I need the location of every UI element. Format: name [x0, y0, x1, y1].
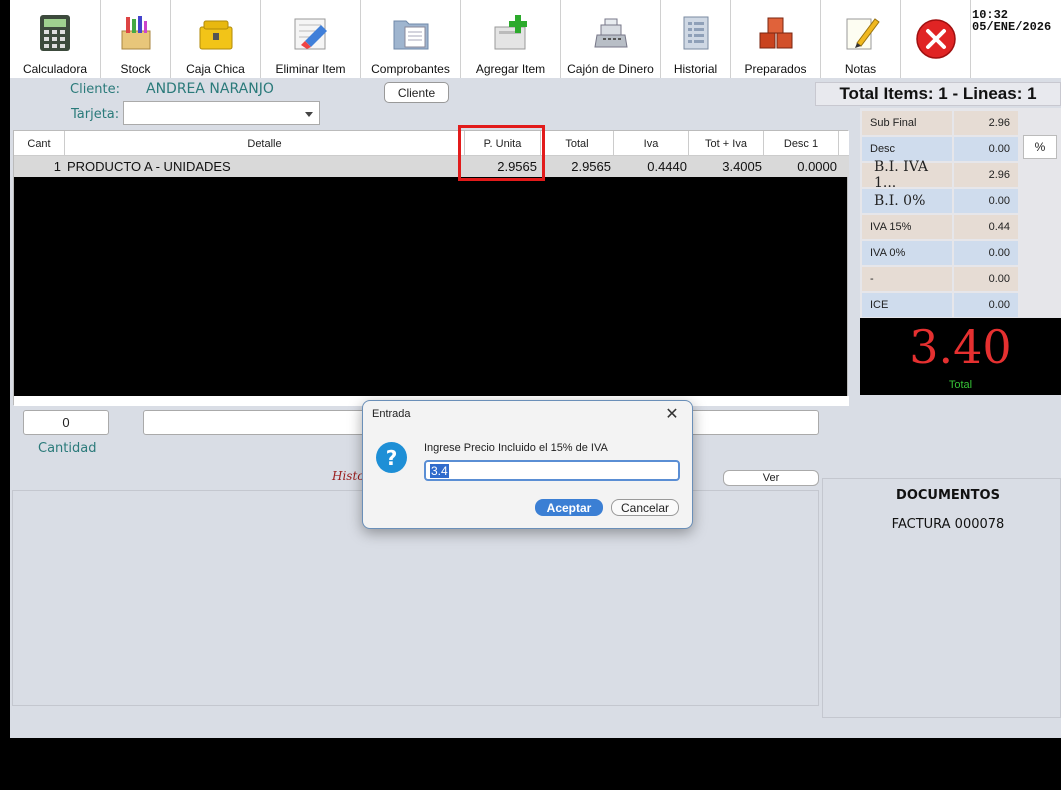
cell-detalle: PRODUCTO A - UNIDADES: [67, 159, 231, 174]
col-detalle[interactable]: Detalle: [65, 131, 465, 156]
toolbar: Calculadora Stock Caja Chica Eliminar It…: [10, 0, 1061, 78]
quantity-label: Cantidad: [38, 441, 97, 456]
other-label: -: [862, 267, 952, 291]
cajon-dinero-button[interactable]: Cajón de Dinero: [561, 0, 661, 78]
comprobantes-button[interactable]: Comprobantes: [361, 0, 461, 78]
clock: 10:32 05/ENE/2026: [972, 9, 1051, 33]
close-button[interactable]: [901, 0, 971, 78]
calculadora-button[interactable]: Calculadora: [10, 0, 101, 78]
dialog-title: Entrada: [372, 408, 411, 420]
subfinal-label: Sub Final: [862, 111, 952, 135]
bi-0-value: 0.00: [954, 189, 1018, 213]
stock-button[interactable]: Stock: [101, 0, 171, 78]
eliminar-item-label: Eliminar Item: [275, 62, 346, 76]
subfinal-value: 2.96: [954, 111, 1018, 135]
cell-tot-iva: 3.4005: [722, 159, 762, 174]
col-tot-iva[interactable]: Tot + Iva: [689, 131, 764, 156]
cash-register-icon: [593, 18, 628, 48]
bi-iva-label: B.I. IVA 1...: [862, 159, 952, 191]
client-name: ANDREA NARANJO: [146, 81, 274, 97]
cajon-dinero-label: Cajón de Dinero: [567, 62, 654, 76]
close-icon: ✕: [665, 406, 679, 423]
client-button[interactable]: Cliente: [384, 82, 449, 103]
bi-0-label: B.I. 0%: [862, 189, 952, 213]
preparados-button[interactable]: Preparados: [731, 0, 821, 78]
client-label: Cliente:: [70, 82, 121, 97]
cash-box-icon: [199, 20, 232, 50]
caja-chica-button[interactable]: Caja Chica: [171, 0, 261, 78]
cell-cant: 1: [53, 159, 61, 174]
col-total[interactable]: Total: [541, 131, 614, 156]
add-item-icon: [494, 15, 527, 50]
eliminar-item-button[interactable]: Eliminar Item: [261, 0, 361, 78]
col-cant[interactable]: Cant: [14, 131, 65, 156]
grand-total-value: 3.40: [909, 320, 1012, 374]
notas-button[interactable]: Notas: [821, 0, 901, 78]
cell-total: 2.9565: [571, 159, 611, 174]
table-header: Cant Detalle P. Unita Total Iva Tot + Iv…: [14, 131, 849, 156]
input-dialog: Entrada ✕ ? Ingrese Precio Incluido el 1…: [362, 400, 693, 529]
stock-box-icon: [121, 16, 150, 50]
iva0-value: 0.00: [954, 241, 1018, 265]
accept-button[interactable]: Aceptar: [535, 499, 603, 516]
quantity-field[interactable]: 0: [23, 410, 109, 435]
table-row[interactable]: 1 PRODUCTO A - UNIDADES 2.9565 2.9565 0.…: [14, 156, 849, 177]
percent-button[interactable]: %: [1023, 135, 1057, 159]
items-table[interactable]: Cant Detalle P. Unita Total Iva Tot + Iv…: [13, 130, 849, 406]
boxes-icon: [759, 17, 792, 49]
iva15-value: 0.44: [954, 215, 1018, 239]
history-ledger-icon: [683, 16, 708, 50]
calculadora-label: Calculadora: [22, 62, 88, 76]
pos-window: Calculadora Stock Caja Chica Eliminar It…: [10, 0, 1061, 738]
close-icon: [915, 19, 956, 59]
other-value: 0.00: [954, 267, 1018, 291]
comprobantes-label: Comprobantes: [371, 62, 450, 76]
folder-documents-icon: [393, 20, 428, 50]
ice-label: ICE: [862, 293, 952, 317]
desc-label: Desc: [862, 137, 952, 161]
col-iva[interactable]: Iva: [614, 131, 689, 156]
cell-desc1: 0.0000: [797, 159, 837, 174]
document-item[interactable]: FACTURA 000078: [823, 517, 1061, 532]
ver-button[interactable]: Ver: [723, 470, 819, 486]
price-input-value: 3.4: [430, 463, 449, 478]
highlight-box: [458, 125, 545, 181]
bi-iva-value: 2.96: [954, 163, 1018, 187]
iva0-label: IVA 0%: [862, 241, 952, 265]
grand-total-display: 3.40 Total: [860, 318, 1061, 395]
note-pencil-icon: [846, 18, 880, 50]
calculator-icon: [40, 15, 70, 51]
historial-button[interactable]: Historial: [661, 0, 731, 78]
iva15-label: IVA 15%: [862, 215, 952, 239]
question-icon: ?: [376, 442, 407, 473]
card-select[interactable]: [123, 101, 320, 125]
dialog-message: Ingrese Precio Incluido el 15% de IVA: [424, 442, 608, 454]
documents-title: DOCUMENTOS: [896, 488, 1000, 503]
desc-value: 0.00: [954, 137, 1018, 161]
col-desc1[interactable]: Desc 1: [764, 131, 839, 156]
historial-label: Historial: [673, 62, 718, 76]
total-items-summary: Total Items: 1 - Lineas: 1: [815, 82, 1061, 106]
dialog-close-button[interactable]: ✕: [662, 404, 682, 424]
grand-total-label: Total: [948, 379, 973, 391]
clock-date: 05/ENE/2026: [972, 20, 1052, 34]
cell-iva: 0.4440: [647, 159, 687, 174]
chevron-down-icon: [305, 112, 313, 117]
caja-chica-label: Caja Chica: [186, 62, 245, 76]
preparados-label: Preparados: [744, 62, 807, 76]
cancel-button[interactable]: Cancelar: [611, 499, 679, 516]
documents-panel: DOCUMENTOS FACTURA 000078: [822, 478, 1061, 718]
history-label: Histo: [332, 469, 365, 483]
stock-label: Stock: [120, 62, 151, 76]
price-input[interactable]: 3.4: [424, 460, 680, 481]
agregar-item-button[interactable]: Agregar Item: [461, 0, 561, 78]
eraser-icon: [294, 18, 327, 50]
ice-value: 0.00: [954, 293, 1018, 317]
card-label: Tarjeta:: [71, 107, 120, 122]
agregar-item-label: Agregar Item: [475, 62, 546, 76]
notas-label: Notas: [844, 62, 877, 76]
